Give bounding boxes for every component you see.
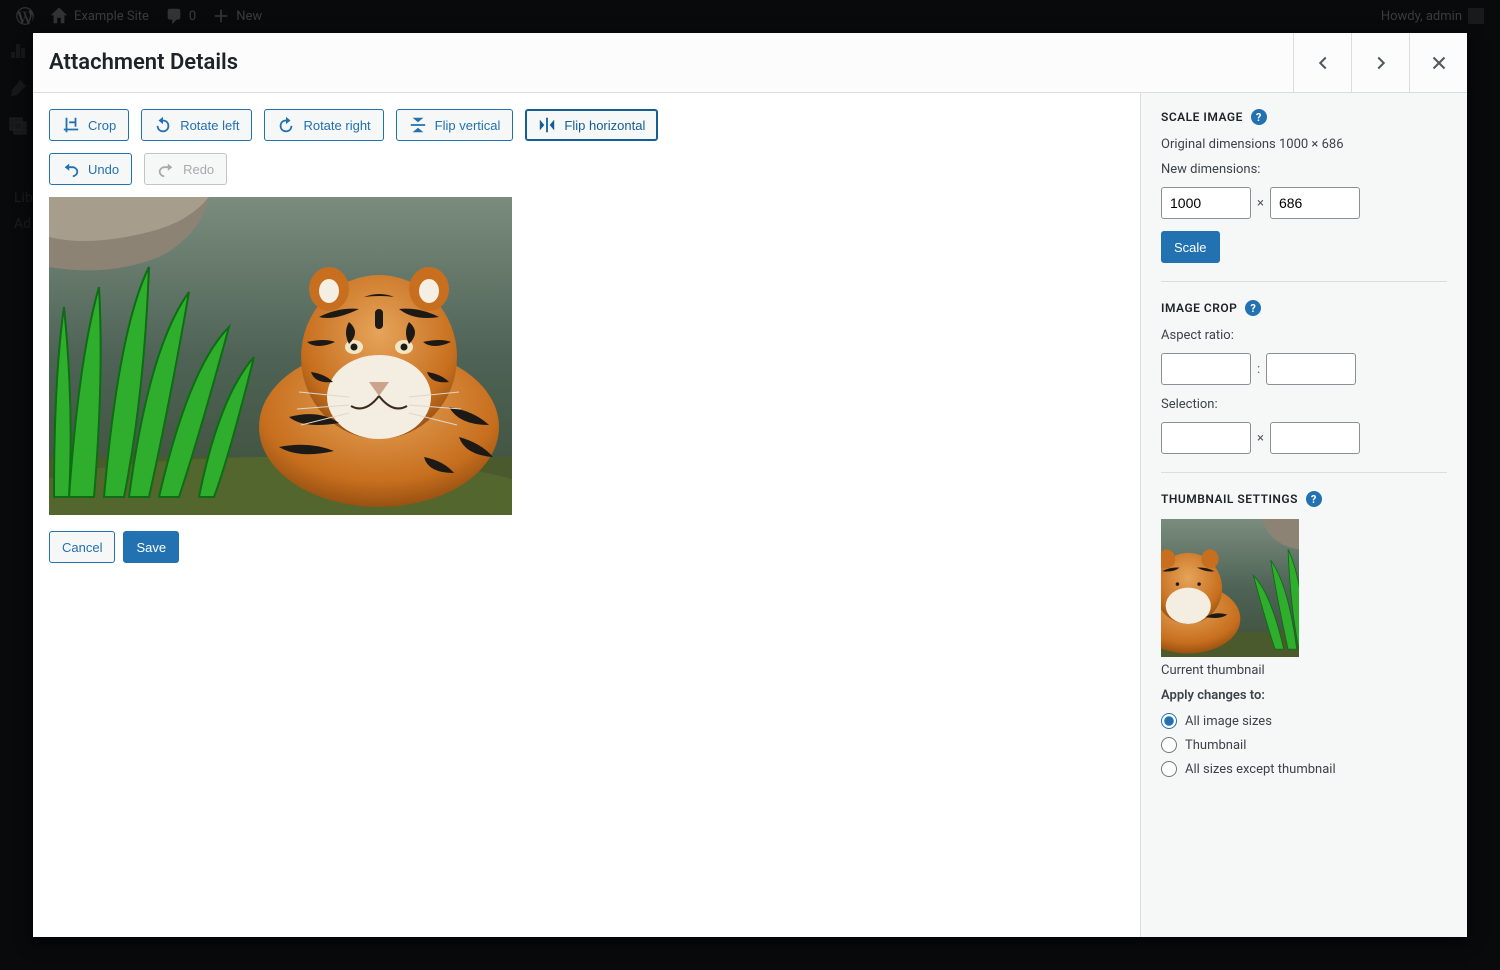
scale-heading-text: SCALE IMAGE — [1161, 110, 1243, 124]
apply-except-thumbnail-option[interactable]: All sizes except thumbnail — [1161, 761, 1447, 777]
rotate-right-label: Rotate right — [303, 118, 370, 133]
apply-except-thumbnail-label: All sizes except thumbnail — [1185, 762, 1336, 777]
apply-all-sizes-label: All image sizes — [1185, 714, 1272, 729]
modal-title: Attachment Details — [33, 33, 254, 93]
flip-vertical-button[interactable]: Flip vertical — [396, 109, 514, 141]
crop-button[interactable]: Crop — [49, 109, 129, 141]
selection-width-input[interactable] — [1161, 422, 1251, 454]
redo-button: Redo — [144, 153, 227, 185]
thumb-heading-text: THUMBNAIL SETTINGS — [1161, 492, 1298, 506]
image-canvas[interactable] — [49, 197, 512, 515]
ratio-colon-icon: : — [1257, 362, 1260, 377]
scale-width-input[interactable] — [1161, 187, 1251, 219]
dimension-times-icon: × — [1257, 431, 1264, 446]
thumbnail-settings-heading: THUMBNAIL SETTINGS ? — [1161, 491, 1447, 507]
aspect-ratio-label: Aspect ratio: — [1161, 328, 1447, 343]
rotate-left-icon — [154, 116, 172, 134]
crop-label: Crop — [88, 118, 116, 133]
flip-horizontal-button[interactable]: Flip horizontal — [525, 109, 658, 141]
selection-label: Selection: — [1161, 397, 1447, 412]
redo-label: Redo — [183, 162, 214, 177]
flip-vertical-label: Flip vertical — [435, 118, 501, 133]
close-icon — [1428, 52, 1450, 74]
flip-vertical-icon — [409, 116, 427, 134]
flip-horizontal-icon — [538, 116, 556, 134]
rotate-right-icon — [277, 116, 295, 134]
undo-button[interactable]: Undo — [49, 153, 132, 185]
undo-label: Undo — [88, 162, 119, 177]
apply-changes-label: Apply changes to: — [1161, 688, 1447, 703]
selection-height-input[interactable] — [1270, 422, 1360, 454]
apply-thumbnail-option[interactable]: Thumbnail — [1161, 737, 1447, 753]
rotate-left-label: Rotate left — [180, 118, 239, 133]
flip-horizontal-label: Flip horizontal — [564, 118, 645, 133]
crop-heading-text: IMAGE CROP — [1161, 301, 1237, 315]
apply-all-sizes-option[interactable]: All image sizes — [1161, 713, 1447, 729]
image-editor-pane: Crop Rotate left Rotate right Flip verti… — [33, 93, 1140, 937]
apply-thumbnail-label: Thumbnail — [1185, 738, 1246, 753]
new-dimensions-label: New dimensions: — [1161, 162, 1447, 177]
current-thumbnail-preview — [1161, 519, 1299, 657]
help-icon[interactable]: ? — [1306, 491, 1322, 507]
scale-height-input[interactable] — [1270, 187, 1360, 219]
chevron-right-icon — [1370, 52, 1392, 74]
cancel-button[interactable]: Cancel — [49, 531, 115, 563]
section-divider — [1161, 472, 1447, 473]
rotate-right-button[interactable]: Rotate right — [264, 109, 383, 141]
aspect-height-input[interactable] — [1266, 353, 1356, 385]
apply-except-thumbnail-radio[interactable] — [1161, 761, 1177, 777]
original-dimensions-text: Original dimensions 1000 × 686 — [1161, 137, 1447, 152]
modal-header: Attachment Details — [33, 33, 1467, 93]
chevron-left-icon — [1312, 52, 1334, 74]
next-attachment-button[interactable] — [1351, 33, 1409, 93]
save-button[interactable]: Save — [123, 531, 179, 563]
undo-icon — [62, 160, 80, 178]
scale-button[interactable]: Scale — [1161, 231, 1220, 263]
rotate-left-button[interactable]: Rotate left — [141, 109, 252, 141]
apply-all-sizes-radio[interactable] — [1161, 713, 1177, 729]
help-icon[interactable]: ? — [1251, 109, 1267, 125]
image-edit-sidebar: SCALE IMAGE ? Original dimensions 1000 ×… — [1140, 93, 1467, 937]
attachment-details-modal: Attachment Details Crop Rotate left — [33, 33, 1467, 937]
previous-attachment-button[interactable] — [1293, 33, 1351, 93]
close-modal-button[interactable] — [1409, 33, 1467, 93]
current-thumbnail-label: Current thumbnail — [1161, 663, 1447, 678]
crop-icon — [62, 116, 80, 134]
attachment-image — [49, 197, 512, 515]
image-crop-heading: IMAGE CROP ? — [1161, 300, 1447, 316]
dimension-times-icon: × — [1257, 196, 1264, 211]
help-icon[interactable]: ? — [1245, 300, 1261, 316]
redo-icon — [157, 160, 175, 178]
section-divider — [1161, 281, 1447, 282]
apply-thumbnail-radio[interactable] — [1161, 737, 1177, 753]
aspect-width-input[interactable] — [1161, 353, 1251, 385]
scale-image-heading: SCALE IMAGE ? — [1161, 109, 1447, 125]
